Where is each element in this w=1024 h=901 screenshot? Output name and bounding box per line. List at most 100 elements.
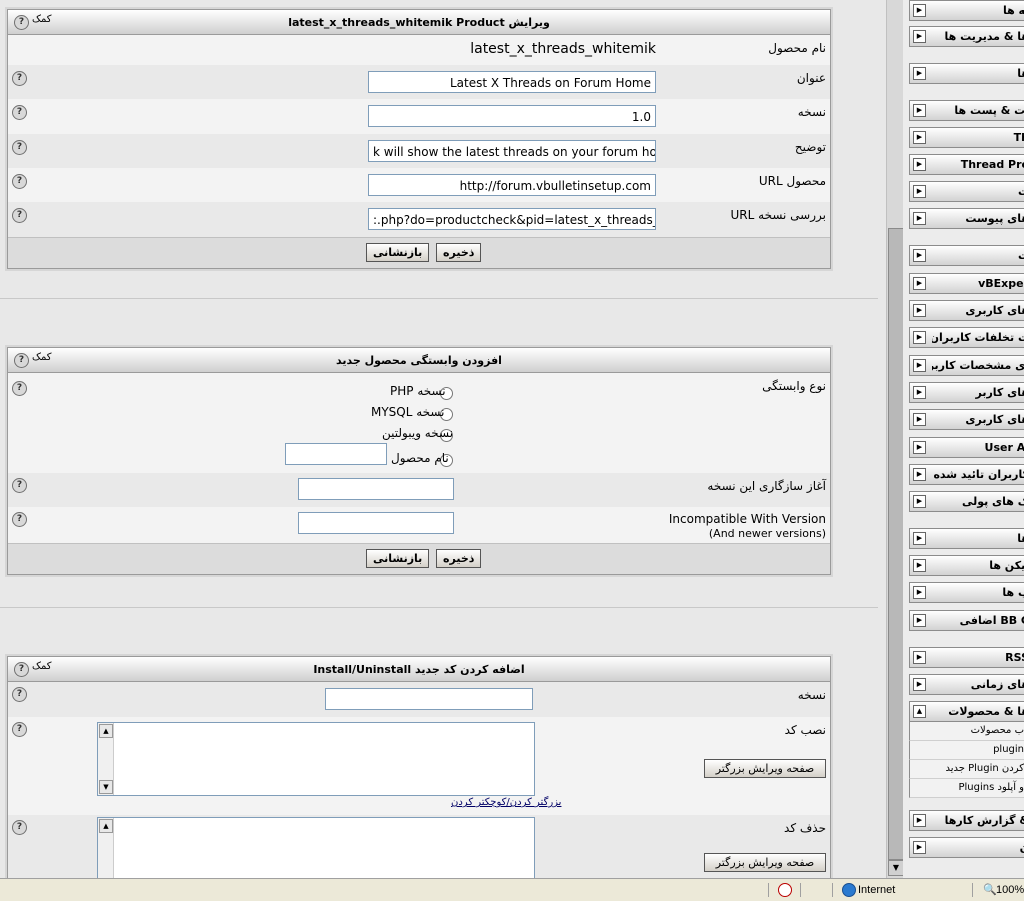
expand-icon[interactable]: ▶ bbox=[913, 651, 926, 664]
min-version-input[interactable] bbox=[298, 478, 454, 500]
help-icon[interactable]: ? bbox=[14, 15, 29, 30]
expand-icon[interactable]: ▶ bbox=[913, 30, 926, 43]
version-input[interactable]: 1.0 bbox=[368, 105, 656, 127]
help-icon[interactable]: ? bbox=[12, 687, 27, 702]
sidebar-item[interactable]: ▶ ها bbox=[909, 528, 1024, 549]
expand-icon[interactable]: ▶ bbox=[913, 614, 926, 627]
reset-button[interactable]: بازنشانی bbox=[366, 243, 430, 262]
title-input[interactable]: Latest X Threads on Forum Home bbox=[368, 71, 656, 93]
resize-link[interactable]: بزرگتر کردن/کوچکتر کردن bbox=[451, 797, 561, 808]
collapse-icon[interactable]: ▲ bbox=[913, 705, 926, 718]
product-id-input[interactable] bbox=[285, 443, 387, 465]
reset-button[interactable]: بازنشانی bbox=[366, 549, 430, 568]
large-edit-button[interactable]: صفحه ویرایش بزرگتر bbox=[704, 759, 826, 778]
help-icon[interactable]: ? bbox=[12, 381, 27, 396]
help-icon[interactable]: ? bbox=[12, 174, 27, 189]
sidebar-item-products[interactable]: ▲ ها & محصولات bbox=[909, 701, 1024, 722]
zoom-level[interactable]: 100% bbox=[996, 884, 1024, 896]
sidebar-item[interactable]: ▶ ای مشخصات کاربر bbox=[909, 355, 1024, 376]
save-button[interactable]: ذخیره bbox=[436, 549, 482, 568]
scroll-down-icon[interactable]: ▼ bbox=[888, 860, 904, 876]
expand-icon[interactable]: ▶ bbox=[913, 386, 926, 399]
sidebar-item[interactable]: ▶ ها & مدیریت ها bbox=[909, 26, 1024, 47]
description-input[interactable]: k will show the latest threads on your f… bbox=[368, 140, 656, 162]
sidebar-item[interactable]: ▶ های زمانی bbox=[909, 674, 1024, 695]
sidebar-item[interactable]: ▶ User Al bbox=[909, 437, 1024, 458]
sidebar-item[interactable]: ▶ & گزارش کارها bbox=[909, 810, 1024, 831]
help-icon[interactable]: ? bbox=[14, 662, 29, 677]
scroll-up-icon[interactable]: ▲ bbox=[99, 724, 113, 738]
sidebar-item[interactable]: ▶ ها bbox=[909, 63, 1024, 84]
help-icon[interactable]: ? bbox=[14, 353, 29, 368]
expand-icon[interactable]: ▶ bbox=[913, 841, 926, 854]
sidebar-item[interactable]: ▶ vBExper bbox=[909, 273, 1024, 294]
expand-icon[interactable]: ▶ bbox=[913, 413, 926, 426]
sidebar-item[interactable]: ▶ های کاربری bbox=[909, 300, 1024, 321]
help-link[interactable]: کمک bbox=[32, 14, 52, 25]
product-url-input[interactable]: http://forum.vbulletinsetup.com bbox=[368, 174, 656, 196]
save-button[interactable]: ذخیره bbox=[436, 243, 482, 262]
help-icon[interactable]: ? bbox=[12, 105, 27, 120]
expand-icon[interactable]: ▶ bbox=[913, 532, 926, 545]
expand-icon[interactable]: ▶ bbox=[913, 559, 926, 572]
help-icon[interactable]: ? bbox=[12, 208, 27, 223]
help-link[interactable]: کمک bbox=[32, 661, 52, 672]
expand-icon[interactable]: ▶ bbox=[913, 304, 926, 317]
sidebar-subitem[interactable]: ب محصولات bbox=[909, 722, 1024, 741]
expand-icon[interactable]: ▶ bbox=[913, 441, 926, 454]
textarea-scrollbar[interactable]: ▲ bbox=[98, 818, 114, 878]
expand-icon[interactable]: ▶ bbox=[913, 331, 926, 344]
expand-icon[interactable]: ▶ bbox=[913, 158, 926, 171]
help-icon[interactable]: ? bbox=[12, 478, 27, 493]
expand-icon[interactable]: ▶ bbox=[913, 814, 926, 827]
large-edit-button[interactable]: صفحه ویرایش بزرگتر bbox=[704, 853, 826, 872]
expand-icon[interactable]: ▶ bbox=[913, 586, 926, 599]
help-link[interactable]: کمک bbox=[32, 352, 52, 363]
help-icon[interactable]: ? bbox=[12, 820, 27, 835]
expand-icon[interactable]: ▶ bbox=[913, 495, 926, 508]
scrollbar-thumb[interactable] bbox=[888, 228, 904, 860]
sidebar-item[interactable]: ▶ آیکن ها bbox=[909, 555, 1024, 576]
expand-icon[interactable]: ▶ bbox=[913, 104, 926, 117]
sidebar-item[interactable]: ▶ ب ها bbox=[909, 582, 1024, 603]
zoom-icon[interactable]: 🔍 bbox=[983, 883, 997, 896]
sidebar-subitem[interactable]: و آپلود Plugins bbox=[909, 779, 1024, 798]
textarea-scrollbar[interactable]: ▲ ▼ bbox=[98, 723, 114, 795]
help-icon[interactable]: ? bbox=[12, 71, 27, 86]
install-code-textarea[interactable]: ▲ ▼ bbox=[97, 722, 535, 796]
sidebar-subitem[interactable]: کردن Plugin جدید bbox=[909, 760, 1024, 779]
expand-icon[interactable]: ▶ bbox=[913, 131, 926, 144]
sidebar-item[interactable]: ▶ های پیوست bbox=[909, 208, 1024, 229]
expand-icon[interactable]: ▶ bbox=[913, 468, 926, 481]
sidebar-item[interactable]: ▶ ت تخلفات کاربران bbox=[909, 327, 1024, 348]
install-version-input[interactable] bbox=[325, 688, 533, 710]
sidebar-item[interactable]: ▶ کاربران تائید شده bbox=[909, 464, 1024, 485]
scroll-down-icon[interactable]: ▼ bbox=[99, 780, 113, 794]
expand-icon[interactable]: ▶ bbox=[913, 678, 926, 691]
sidebar-item[interactable]: ▶ RSS bbox=[909, 647, 1024, 668]
sidebar-item[interactable]: ▶ BB C اضافی bbox=[909, 610, 1024, 631]
sidebar-item[interactable]: ▶ Thread Pre bbox=[909, 154, 1024, 175]
scroll-up-icon[interactable]: ▲ bbox=[99, 819, 113, 833]
sidebar-item[interactable]: ▶ های کاربری bbox=[909, 409, 1024, 430]
main-scrollbar[interactable]: ▼ bbox=[886, 0, 904, 878]
sidebar-item[interactable]: ▶ Th bbox=[909, 127, 1024, 148]
help-icon[interactable]: ? bbox=[12, 512, 27, 527]
sidebar-item[interactable]: ▶ت bbox=[909, 181, 1024, 202]
expand-icon[interactable]: ▶ bbox=[913, 359, 926, 372]
expand-icon[interactable]: ▶ bbox=[913, 249, 926, 262]
expand-icon[interactable]: ▶ bbox=[913, 185, 926, 198]
sidebar-item[interactable]: ▶ ـه ها bbox=[909, 0, 1024, 21]
sidebar-subitem[interactable]: plugin bbox=[909, 741, 1024, 760]
sidebar-item[interactable]: ▶ن bbox=[909, 837, 1024, 858]
uninstall-code-textarea[interactable]: ▲ bbox=[97, 817, 535, 878]
help-icon[interactable]: ? bbox=[12, 722, 27, 737]
expand-icon[interactable]: ▶ bbox=[913, 67, 926, 80]
sidebar-item[interactable]: ▶ ک های پولی bbox=[909, 491, 1024, 512]
expand-icon[interactable]: ▶ bbox=[913, 277, 926, 290]
sidebar-item[interactable]: ▶ ات & پست ها bbox=[909, 100, 1024, 121]
incompatible-version-input[interactable] bbox=[298, 512, 454, 534]
expand-icon[interactable]: ▶ bbox=[913, 4, 926, 17]
version-check-url-input[interactable]: :.php?do=productcheck&pid=latest_x_threa… bbox=[368, 208, 656, 230]
expand-icon[interactable]: ▶ bbox=[913, 212, 926, 225]
